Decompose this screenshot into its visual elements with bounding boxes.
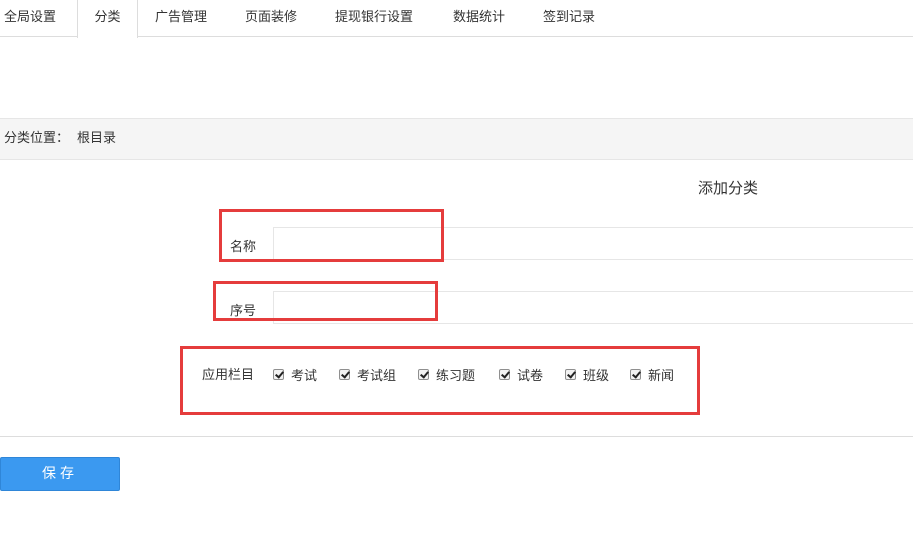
- highlight-box-columns: [180, 346, 700, 415]
- tab-bar: 全局设置 分类 广告管理 页面装修 提现银行设置 数据统计 签到记录: [0, 0, 913, 38]
- tab-signin-records[interactable]: 签到记录: [543, 0, 595, 37]
- divider: [0, 436, 913, 437]
- form-title: 添加分类: [698, 179, 759, 197]
- category-location-label: 分类位置：: [4, 131, 70, 146]
- highlight-box-name: [219, 209, 444, 262]
- tab-page-decoration[interactable]: 页面装修: [245, 0, 297, 37]
- tab-withdraw-bank-settings[interactable]: 提现银行设置: [335, 0, 413, 37]
- highlight-box-order: [213, 281, 438, 321]
- tab-data-statistics[interactable]: 数据统计: [453, 0, 505, 37]
- category-location-bar: 分类位置： 根目录: [0, 118, 913, 160]
- tab-category[interactable]: 分类: [77, 0, 138, 38]
- tab-ad-management[interactable]: 广告管理: [155, 0, 207, 37]
- tab-global-settings[interactable]: 全局设置: [4, 0, 56, 37]
- save-button[interactable]: 保存: [0, 457, 120, 491]
- category-location-value[interactable]: 根目录: [77, 119, 116, 159]
